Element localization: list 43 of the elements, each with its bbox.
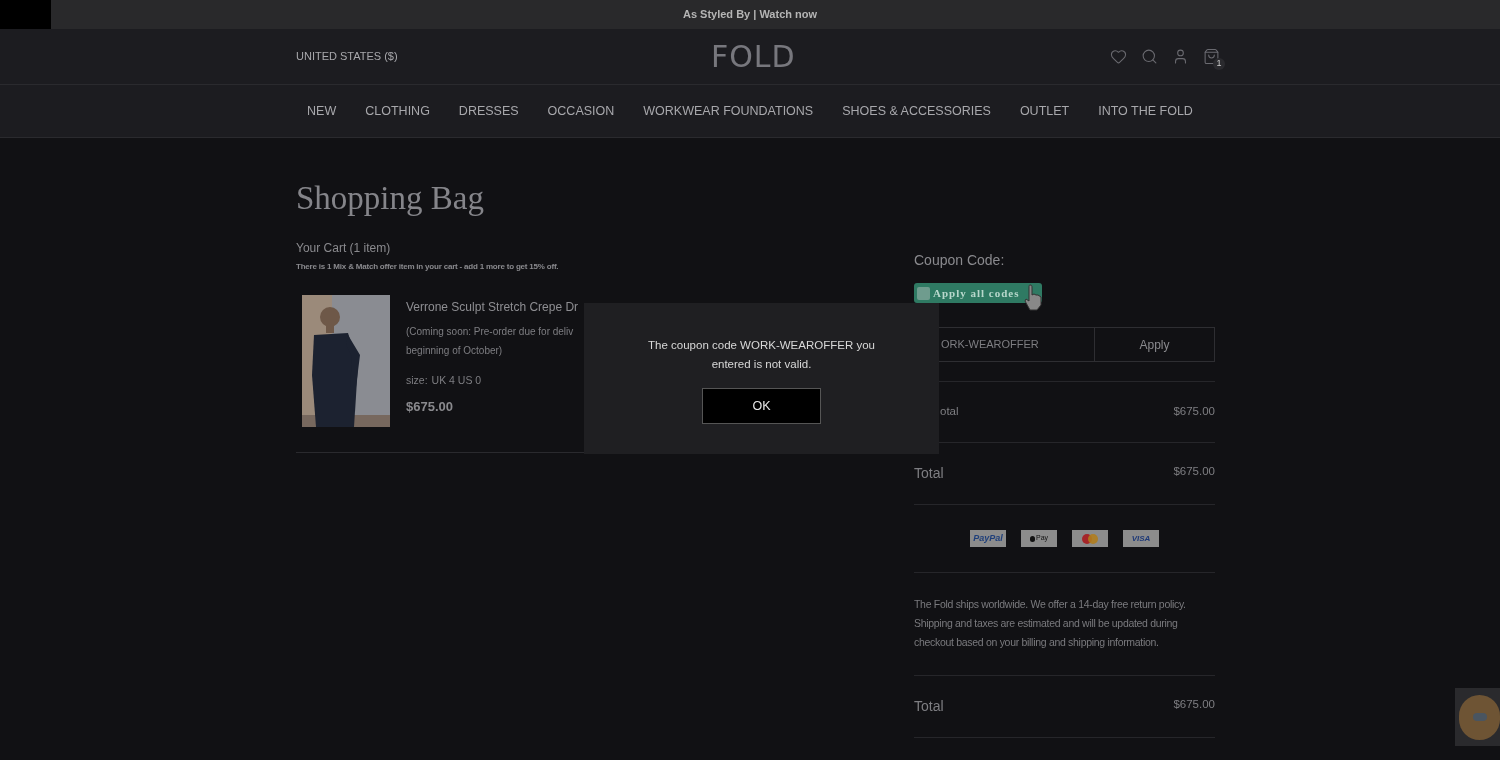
preorder-note: (Coming soon: Pre-order due for deliv bbox=[406, 325, 575, 339]
offer-note: There is 1 Mix & Match offer item in your cart - add 1 more to get 15% off. bbox=[296, 261, 560, 273]
chat-widget[interactable] bbox=[1455, 688, 1500, 746]
nav-link[interactable]: DRESSES bbox=[458, 101, 519, 121]
size-label: size: bbox=[406, 373, 428, 388]
subtotal-label: otal bbox=[940, 404, 959, 420]
nav-link[interactable]: OCCASION bbox=[547, 101, 615, 121]
corner-panel bbox=[0, 0, 51, 29]
size-value: UK 4 US 0 bbox=[431, 373, 482, 388]
nav-link[interactable]: SHOES & ACCESSORIES bbox=[842, 101, 991, 121]
page-title: Shopping Bag bbox=[296, 179, 485, 218]
cart-summary: Your Cart (1 item) bbox=[296, 240, 392, 257]
grand-total-value: $675.00 bbox=[1173, 696, 1215, 712]
grand-total-label: Total bbox=[914, 697, 944, 716]
nav-link[interactable]: WORKWEAR FOUNDATIONS bbox=[643, 101, 814, 121]
total-label: Total bbox=[914, 464, 944, 483]
shipping-note: The Fold ships worldwide. We offer a 14-day free return policy. Shipping and taxes are estimated and will be updated during checkout based on your billing and shipping information. bbox=[914, 597, 1187, 650]
nav-link[interactable]: NEW bbox=[307, 101, 337, 121]
dialog-message: The coupon code WORK-WEAROFFER you entered is not valid. bbox=[647, 338, 876, 372]
hand-cursor-icon bbox=[1022, 283, 1044, 311]
nav-link[interactable]: CLOTHING bbox=[365, 101, 430, 121]
nav-link[interactable]: OUTLET bbox=[1019, 101, 1070, 121]
bag-icon[interactable] bbox=[1203, 48, 1220, 65]
nav-link[interactable]: INTO THE FOLD bbox=[1098, 101, 1193, 121]
apply-button[interactable]: Apply bbox=[1095, 327, 1215, 362]
search-icon[interactable] bbox=[1141, 48, 1158, 65]
cart-count-badge: 1 bbox=[1213, 58, 1225, 70]
visa-badge: VISA bbox=[1123, 530, 1159, 547]
account-icon[interactable] bbox=[1172, 48, 1189, 65]
preorder-note: beginning of October) bbox=[406, 344, 504, 358]
mastercard-badge bbox=[1072, 530, 1108, 547]
chat-icon[interactable] bbox=[1459, 694, 1500, 740]
heart-icon[interactable] bbox=[1110, 48, 1127, 65]
product-price: $675.00 bbox=[406, 397, 454, 416]
total-value: $675.00 bbox=[1173, 463, 1215, 479]
coupon-heading: Coupon Code: bbox=[914, 251, 1006, 270]
ok-button[interactable]: OK bbox=[702, 388, 821, 424]
product-name[interactable]: Verrone Sculpt Stretch Crepe Dr bbox=[406, 298, 579, 316]
announcement-text[interactable]: As Styled By | Watch now bbox=[682, 6, 818, 23]
subtotal-value: $675.00 bbox=[1173, 404, 1215, 420]
region-selector[interactable]: UNITED STATES ($) bbox=[296, 48, 398, 65]
brand-logo[interactable]: FOLD bbox=[711, 39, 796, 75]
paypal-badge: PayPal bbox=[970, 530, 1006, 547]
